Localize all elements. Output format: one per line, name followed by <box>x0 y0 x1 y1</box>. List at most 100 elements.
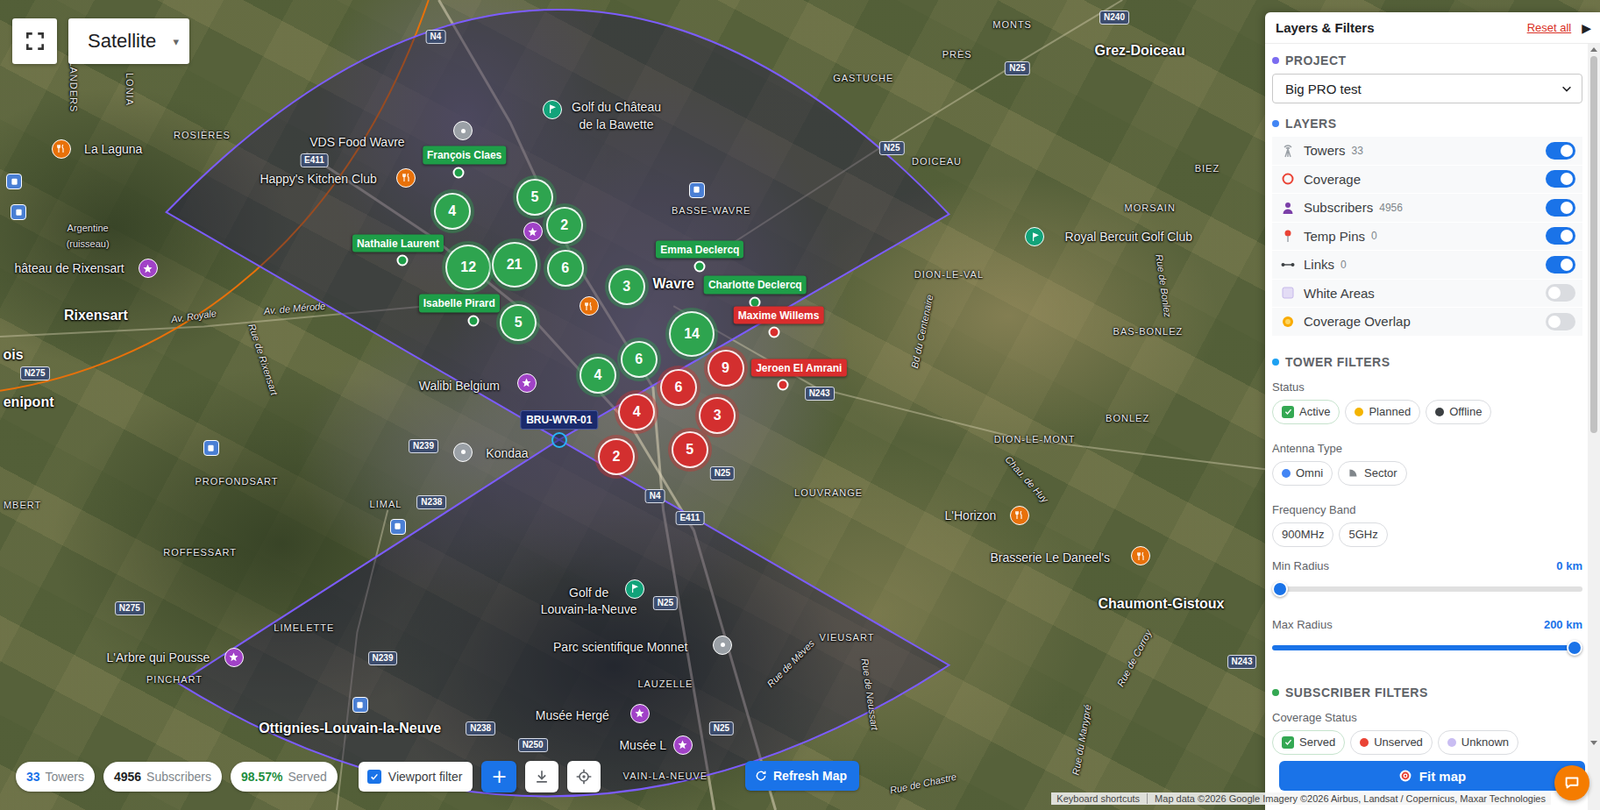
layer-toggle[interactable] <box>1545 227 1576 245</box>
transit-icon[interactable] <box>10 204 27 221</box>
subscriber-cluster[interactable]: 4 <box>579 356 617 394</box>
layer-toggle[interactable] <box>1545 284 1576 302</box>
subscriber-label[interactable]: Jeroen El Amrani <box>751 358 847 377</box>
filter-chip[interactable]: Active <box>1272 399 1340 425</box>
coverage-sector[interactable] <box>166 9 950 441</box>
radius-slider[interactable] <box>1272 578 1583 600</box>
golf-icon[interactable] <box>625 579 645 599</box>
golf-icon[interactable] <box>542 99 562 120</box>
fit-map-button[interactable]: Fit map <box>1279 760 1586 791</box>
locate-button[interactable] <box>567 760 601 793</box>
subscriber-cluster[interactable]: 5 <box>671 431 709 469</box>
panel-scrollbar[interactable] <box>1587 43 1600 810</box>
subscriber-cluster[interactable]: 12 <box>445 244 491 291</box>
radius-slider[interactable] <box>1272 637 1583 659</box>
transit-icon[interactable] <box>203 440 220 456</box>
subscriber-pin[interactable] <box>694 260 706 272</box>
restaurant-icon[interactable] <box>396 168 416 188</box>
refresh-map-button[interactable]: Refresh Map <box>745 760 860 791</box>
layer-row[interactable]: Coverage Overlap <box>1272 307 1583 337</box>
subscriber-cluster[interactable]: 6 <box>547 249 584 287</box>
fullscreen-button[interactable] <box>12 18 57 64</box>
restaurant-icon[interactable] <box>51 139 72 159</box>
viewport-filter[interactable]: Viewport filter <box>358 761 474 792</box>
layer-row[interactable]: Links0 <box>1272 250 1583 280</box>
reset-all-link[interactable]: Reset all <box>1527 21 1572 35</box>
subscriber-label[interactable]: Nathalie Laurent <box>352 234 444 252</box>
restaurant-icon[interactable] <box>1009 505 1030 526</box>
attraction-icon[interactable] <box>523 221 543 242</box>
subscriber-pin[interactable] <box>768 327 781 339</box>
subscriber-cluster[interactable]: 4 <box>618 393 655 431</box>
layer-row[interactable]: Temp Pins0 <box>1272 222 1583 252</box>
layer-row[interactable]: White Areas <box>1272 279 1583 309</box>
tower-label[interactable]: BRU-WVR-01 <box>519 410 598 430</box>
subscriber-label[interactable]: Emma Declercq <box>655 240 744 258</box>
attraction-icon[interactable] <box>224 647 244 668</box>
subscriber-cluster[interactable]: 6 <box>620 341 658 378</box>
project-select[interactable]: Big PRO test <box>1272 73 1583 104</box>
layer-toggle[interactable] <box>1545 170 1576 188</box>
filter-chip[interactable]: Planned <box>1344 399 1421 425</box>
chat-button[interactable] <box>1554 765 1590 801</box>
subscriber-cluster[interactable]: 14 <box>668 311 715 357</box>
attraction-icon[interactable] <box>138 258 158 278</box>
filter-chip[interactable]: Unknown <box>1437 730 1519 755</box>
slider-thumb[interactable] <box>1566 640 1583 656</box>
filter-chip[interactable]: Omni <box>1272 461 1333 486</box>
scroll-thumb[interactable] <box>1590 56 1598 434</box>
download-button[interactable] <box>525 760 559 793</box>
subscriber-pin[interactable] <box>396 254 408 266</box>
slider-thumb[interactable] <box>1272 581 1288 598</box>
restaurant-icon[interactable] <box>1130 546 1151 566</box>
scroll-down-icon[interactable] <box>1590 740 1598 746</box>
attraction-icon[interactable] <box>630 704 650 724</box>
filter-chip[interactable]: Unserved <box>1350 730 1433 755</box>
transit-icon[interactable] <box>352 696 369 713</box>
subscriber-pin[interactable] <box>468 314 480 327</box>
filter-chip[interactable]: 5GHz <box>1338 522 1387 548</box>
filter-chip[interactable]: Offline <box>1425 399 1492 425</box>
filter-chip[interactable]: 900MHz <box>1272 522 1334 548</box>
layer-toggle[interactable] <box>1545 142 1576 160</box>
subscriber-cluster[interactable]: 5 <box>499 304 537 342</box>
subscriber-cluster[interactable]: 5 <box>516 178 554 216</box>
layer-toggle[interactable] <box>1545 312 1576 331</box>
attraction-icon[interactable] <box>517 373 537 393</box>
subscriber-label[interactable]: Maxime Willems <box>733 306 825 325</box>
filter-chip[interactable]: Sector <box>1337 461 1408 486</box>
transit-icon[interactable] <box>390 519 406 535</box>
transit-icon[interactable] <box>689 182 705 199</box>
keyboard-shortcuts-link[interactable]: Keyboard shortcuts <box>1056 793 1148 804</box>
coverage-sector[interactable] <box>178 440 950 797</box>
collapse-button[interactable]: ▶ <box>1581 21 1592 36</box>
attraction-icon[interactable] <box>673 735 693 755</box>
subscriber-cluster[interactable]: 21 <box>491 241 538 288</box>
landmark-icon[interactable] <box>712 635 733 655</box>
transit-icon[interactable] <box>6 173 22 190</box>
tower-marker[interactable] <box>551 432 568 448</box>
subscriber-cluster[interactable]: 6 <box>660 369 697 406</box>
subscriber-cluster[interactable]: 9 <box>707 349 745 387</box>
subscriber-pin[interactable] <box>776 378 789 391</box>
restaurant-icon[interactable] <box>579 296 599 316</box>
layer-row[interactable]: Subscribers4956 <box>1272 193 1583 223</box>
golf-icon[interactable] <box>1024 227 1045 247</box>
map-type-select[interactable]: Satellite▾ <box>68 18 190 64</box>
subscriber-label[interactable]: François Claes <box>422 146 506 164</box>
subscriber-label[interactable]: Charlotte Declercq <box>704 276 807 294</box>
subscriber-cluster[interactable]: 2 <box>597 438 635 476</box>
filter-chip[interactable]: Served <box>1272 730 1345 755</box>
checkbox[interactable] <box>367 769 382 784</box>
layer-row[interactable]: Coverage <box>1272 165 1583 195</box>
add-button[interactable]: + <box>481 760 517 793</box>
scroll-up-icon[interactable] <box>1590 47 1598 52</box>
subscriber-cluster[interactable]: 2 <box>546 206 584 244</box>
landmark-icon[interactable] <box>453 442 473 463</box>
subscriber-cluster[interactable]: 3 <box>608 268 646 306</box>
subscriber-label[interactable]: Isabelle Pirard <box>419 294 500 313</box>
layer-toggle[interactable] <box>1545 256 1576 274</box>
subscriber-cluster[interactable]: 4 <box>433 192 471 230</box>
subscriber-pin[interactable] <box>452 166 464 178</box>
layer-toggle[interactable] <box>1545 199 1576 217</box>
